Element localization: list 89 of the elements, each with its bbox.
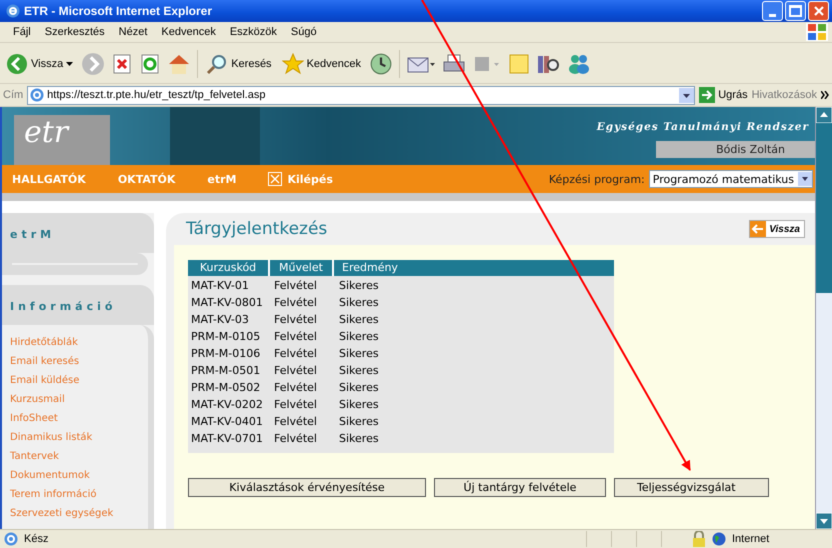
- menu-item[interactable]: Kedvencek: [154, 26, 223, 38]
- action-button[interactable]: Kiválasztások érvényesítése: [188, 478, 426, 497]
- page-title: Tárgyjelentkezés: [186, 219, 328, 239]
- etr-logo: etr: [14, 115, 110, 165]
- table-cell-text: Felvétel: [273, 381, 318, 394]
- table-cell-text: Felvétel: [273, 296, 318, 309]
- table-cell-text: Sikeres: [338, 313, 380, 326]
- menu-item[interactable]: Fájl: [6, 26, 38, 38]
- go-button[interactable]: Ugrás: [699, 87, 748, 103]
- table-cell-text: PRM-M-0502: [190, 381, 262, 394]
- table-cell-text: Sikeres: [338, 296, 380, 309]
- table-cell-text: Sikeres: [338, 330, 380, 343]
- close-icon[interactable]: [268, 172, 282, 186]
- status-text: Kész: [24, 533, 50, 545]
- back-button[interactable]: Vissza: [749, 220, 805, 238]
- address-field[interactable]: https://teszt.tr.pte.hu/etr_teszt/tp_felvetel.asp: [27, 86, 696, 104]
- dropdown-icon[interactable]: [798, 172, 812, 186]
- table-cell-text: MAT-KV-0701: [190, 432, 264, 445]
- arrow-icon: [699, 87, 716, 103]
- table-cell-text: Sikeres: [338, 415, 380, 428]
- table-cell-text: Sikeres: [338, 381, 380, 394]
- back-arrow-icon: [750, 221, 766, 237]
- table-cell-text: Sikeres: [338, 279, 380, 292]
- sidebar-heading: etrM: [2, 213, 154, 253]
- scroll-up-icon[interactable]: [816, 107, 832, 123]
- table-cell-text: Felvétel: [273, 364, 318, 377]
- back-button[interactable]: Vissza: [4, 53, 76, 75]
- close-icon: [812, 5, 824, 17]
- table-cell-text: Felvétel: [273, 415, 318, 428]
- window-title: ETR - Microsoft Internet Explorer: [24, 4, 212, 18]
- scrollbar[interactable]: [815, 107, 832, 529]
- home-icon[interactable]: [167, 53, 192, 75]
- program-label: Képzési program:: [548, 172, 645, 186]
- table-cell-text: MAT-KV-0401: [190, 415, 264, 428]
- table-cell-text: MAT-KV-0202: [190, 398, 264, 411]
- table-cell-text: Sikeres: [338, 398, 380, 411]
- minimize-button[interactable]: [762, 1, 783, 21]
- globe-icon: [712, 532, 726, 546]
- page-icon: [30, 88, 44, 102]
- messenger-icon[interactable]: [566, 53, 592, 75]
- table-cell-text: Sikeres: [338, 432, 380, 445]
- table-cell-text: Felvétel: [273, 313, 318, 326]
- scroll-down-icon[interactable]: [816, 513, 832, 529]
- table-cell-text: PRM-M-0105: [190, 330, 262, 343]
- program-dropdown[interactable]: Programozó matematikus: [648, 170, 813, 188]
- action-button[interactable]: Új tantárgy felvétele: [434, 478, 606, 497]
- menu-item[interactable]: Szerkesztés: [38, 26, 112, 38]
- history-icon[interactable]: [369, 52, 393, 76]
- menu-item[interactable]: Eszközök: [222, 26, 284, 38]
- caret-icon: [66, 62, 74, 66]
- table-cell-text: MAT-KV-01: [190, 279, 250, 292]
- table-cell-text: Sikeres: [338, 364, 380, 377]
- page-icon: [4, 532, 18, 546]
- table-cell-text: Felvétel: [273, 432, 318, 445]
- system-name: Egységes Tanulmányi Rendszer: [596, 121, 809, 133]
- zone-label: Internet: [732, 533, 770, 545]
- star-icon: [282, 53, 304, 75]
- chevron-icon[interactable]: [821, 91, 829, 99]
- table-cell-text: Felvétel: [273, 398, 318, 411]
- column-header: Kurzuskód: [188, 260, 270, 276]
- sidebar-heading: Információ: [2, 285, 154, 325]
- windows-logo-icon: [806, 23, 828, 41]
- table-cell-text: Felvétel: [273, 330, 318, 343]
- table-cell-text: MAT-KV-03: [190, 313, 250, 326]
- favorites-button[interactable]: Kedvencek: [280, 53, 363, 75]
- links-label[interactable]: Hivatkozások: [752, 89, 817, 101]
- column-header: Művelet: [270, 260, 334, 276]
- column-header: Eredmény: [341, 260, 399, 276]
- refresh-icon[interactable]: [139, 53, 162, 75]
- maximize-button[interactable]: [785, 1, 806, 21]
- action-button[interactable]: Teljességvizsgálat: [614, 478, 769, 497]
- user-name: Bódis Zoltán: [656, 141, 815, 158]
- table-cell-text: MAT-KV-0801: [190, 296, 264, 309]
- lock-icon: [692, 531, 706, 547]
- table-cell-text: PRM-M-0106: [190, 347, 262, 360]
- address-label: Cím: [3, 89, 24, 101]
- research-icon[interactable]: [536, 53, 560, 75]
- search-icon: [206, 53, 228, 75]
- dropdown-icon[interactable]: [679, 88, 694, 102]
- menu-item[interactable]: Súgó: [284, 26, 324, 38]
- menu-item[interactable]: Nézet: [112, 26, 154, 38]
- table-cell-text: PRM-M-0501: [190, 364, 262, 377]
- table-cell-text: Felvétel: [273, 347, 318, 360]
- table-cell-text: Sikeres: [338, 347, 380, 360]
- stop-icon[interactable]: [111, 53, 134, 75]
- browser-icon: [6, 4, 20, 18]
- close-button[interactable]: [808, 1, 829, 21]
- table-cell-text: Felvétel: [273, 279, 318, 292]
- search-button[interactable]: Keresés: [204, 53, 274, 75]
